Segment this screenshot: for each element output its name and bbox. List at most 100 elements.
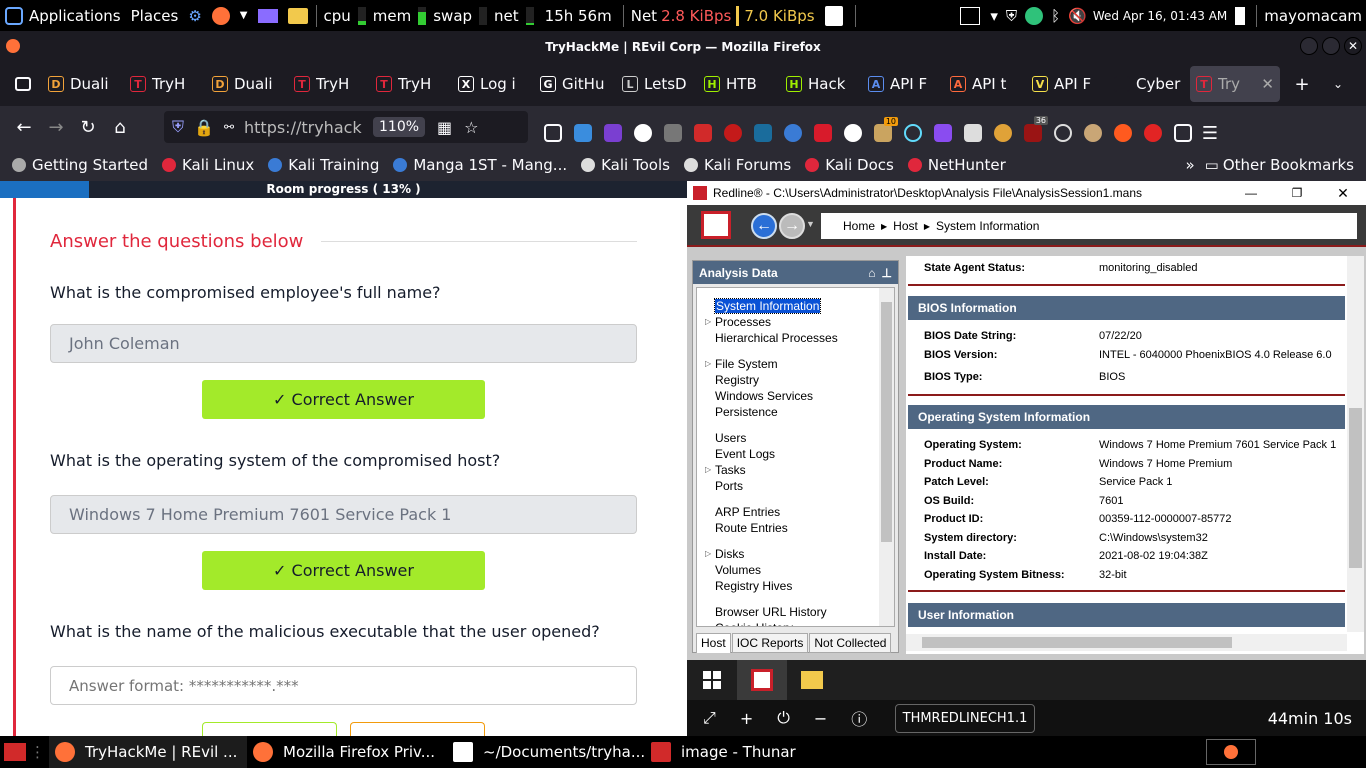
- browser-tab[interactable]: H Hack: [780, 66, 862, 102]
- shield-tray-icon[interactable]: ⛨: [1006, 7, 1017, 25]
- detail-scrollbar[interactable]: [1347, 256, 1364, 632]
- more-bookmarks-icon[interactable]: »: [1185, 156, 1194, 174]
- tree-scroll-thumb[interactable]: [881, 302, 892, 542]
- taskbar-item-documents[interactable]: ~/Documents/tryha...: [447, 736, 645, 768]
- s-ext-icon[interactable]: [814, 124, 832, 142]
- close-button[interactable]: ✕: [1344, 37, 1362, 55]
- shield-icon[interactable]: ⛨: [172, 117, 184, 137]
- tree-item[interactable]: Hierarchical Processes: [697, 330, 894, 346]
- ublock-count-icon[interactable]: 36: [1024, 116, 1048, 142]
- wifi-icon[interactable]: ▾: [990, 7, 998, 25]
- eye-icon[interactable]: [1084, 124, 1102, 142]
- taskbar-item-firefox-private[interactable]: Mozilla Firefox Priv...: [247, 736, 447, 768]
- bookmark-item[interactable]: NetHunter: [907, 156, 1006, 174]
- info-icon[interactable]: ⓘ: [851, 706, 867, 730]
- bug-icon[interactable]: [664, 124, 682, 142]
- browser-tab[interactable]: T TryH: [288, 66, 370, 102]
- redline-close-button[interactable]: ✕: [1320, 185, 1366, 202]
- bluetooth-icon[interactable]: ᛒ: [1051, 7, 1060, 25]
- other-bookmarks[interactable]: Other Bookmarks: [1223, 156, 1354, 174]
- tree-item[interactable]: Browser URL History: [697, 604, 894, 620]
- tree-item[interactable]: Persistence: [697, 404, 894, 420]
- reader-view-icon[interactable]: ▦: [437, 118, 452, 137]
- url-bar[interactable]: ⛨ 🔒 ⚯ https://tryhack 110% ▦ ☆: [164, 111, 528, 143]
- adblock-icon[interactable]: [1144, 124, 1162, 142]
- os-section-header[interactable]: Operating System Information: [908, 405, 1345, 429]
- browser-tab[interactable]: Cyber S: [1108, 66, 1190, 102]
- react-icon[interactable]: [904, 124, 922, 142]
- bookmark-item[interactable]: Getting Started: [12, 156, 148, 174]
- redline-minimize-button[interactable]: —: [1228, 186, 1274, 200]
- expand-arrow-icon[interactable]: ▷: [705, 356, 711, 372]
- hint-button[interactable]: [350, 722, 485, 736]
- browser-tab[interactable]: T TryH: [370, 66, 452, 102]
- tree-item[interactable]: ARP Entries: [697, 504, 894, 520]
- url-text[interactable]: https://tryhack: [244, 118, 369, 137]
- mute-icon[interactable]: 🔇: [1068, 7, 1087, 25]
- browser-tab[interactable]: L LetsD: [616, 66, 698, 102]
- applications-menu[interactable]: Applications: [0, 0, 126, 31]
- tree-item[interactable]: ▷ Tasks: [697, 462, 894, 478]
- tab-not-collected[interactable]: Not Collected: [809, 633, 892, 653]
- home-button[interactable]: ⌂: [104, 111, 136, 143]
- browser-tab[interactable]: A API F: [862, 66, 944, 102]
- browser-tab[interactable]: V API F: [1026, 66, 1108, 102]
- tree-item[interactable]: Windows Services: [697, 388, 894, 404]
- power-icon[interactable]: ⏻: [777, 708, 790, 728]
- tab-host[interactable]: Host: [696, 633, 731, 653]
- redline-taskbar-icon[interactable]: [737, 660, 787, 700]
- browser-tab[interactable]: D Duali: [206, 66, 288, 102]
- tab-overview-button[interactable]: [4, 68, 42, 100]
- bookmark-item[interactable]: Kali Forums: [683, 156, 791, 174]
- cookie-icon[interactable]: 10: [874, 117, 898, 142]
- bookmark-item[interactable]: Kali Training: [268, 156, 379, 174]
- pocket-icon[interactable]: [544, 124, 562, 142]
- battery-icon[interactable]: [1235, 6, 1246, 25]
- answer-3-input[interactable]: [50, 666, 637, 705]
- account-icon[interactable]: [634, 124, 652, 142]
- bookmark-item[interactable]: Manga 1ST - Mang...: [393, 156, 567, 174]
- user-section-header[interactable]: User Information: [908, 603, 1345, 627]
- wappalyzer-icon[interactable]: [994, 124, 1012, 142]
- file-explorer-icon[interactable]: [801, 671, 823, 689]
- back-arrow-icon[interactable]: ←: [751, 213, 777, 239]
- mail-launcher-icon[interactable]: [287, 7, 308, 24]
- tree-item[interactable]: ▷ Processes: [697, 314, 894, 330]
- places-menu[interactable]: Places: [126, 0, 184, 31]
- network-icon[interactable]: [754, 124, 772, 142]
- close-tab-icon[interactable]: ✕: [1261, 75, 1274, 93]
- tree-item[interactable]: Registry: [697, 372, 894, 388]
- correct-answer-button-2[interactable]: ✓ Correct Answer: [202, 551, 485, 590]
- user-menu[interactable]: mayomacam: [1264, 7, 1362, 25]
- tab-ioc-reports[interactable]: IOC Reports: [731, 633, 809, 653]
- vm-machine-name[interactable]: THMREDLINECH1.1: [895, 704, 1035, 733]
- correct-answer-button-1[interactable]: ✓ Correct Answer: [202, 380, 485, 419]
- grid-icon[interactable]: [964, 124, 982, 142]
- bookmark-item[interactable]: Kali Tools: [581, 156, 670, 174]
- tree-item[interactable]: Cookie History: [697, 620, 894, 626]
- back-button[interactable]: ←: [8, 111, 40, 143]
- home-icon[interactable]: ⌂: [868, 266, 875, 280]
- detail-hscrollbar[interactable]: [906, 634, 1347, 651]
- crumb-host[interactable]: Host: [893, 219, 918, 233]
- screen-launcher-icon[interactable]: [257, 8, 278, 23]
- taskbar-item-thunar[interactable]: image - Thunar: [645, 736, 805, 768]
- forward-arrow-icon[interactable]: →: [779, 213, 805, 239]
- terminal-icon[interactable]: [960, 6, 981, 25]
- tree-item[interactable]: Event Logs: [697, 446, 894, 462]
- settings-launcher-icon[interactable]: ⚙: [188, 7, 201, 25]
- bookmark-item[interactable]: Kali Linux: [161, 156, 254, 174]
- bookmark-item[interactable]: Kali Docs: [805, 156, 894, 174]
- submit-button[interactable]: [202, 722, 337, 736]
- crumb-home[interactable]: Home: [843, 219, 875, 233]
- pdf-icon[interactable]: [824, 5, 843, 26]
- browser-tab[interactable]: X Log i: [452, 66, 534, 102]
- forward-button[interactable]: →: [40, 111, 72, 143]
- lock-icon[interactable]: 🔒: [194, 118, 214, 137]
- extension-icon[interactable]: [604, 124, 622, 142]
- palette-icon[interactable]: [1054, 124, 1072, 142]
- browser-tab[interactable]: D Duali: [42, 66, 124, 102]
- minus-icon[interactable]: −: [814, 709, 827, 728]
- tree-item[interactable]: Route Entries: [697, 520, 894, 536]
- clock[interactable]: Wed Apr 16, 01:43 AM: [1093, 9, 1227, 23]
